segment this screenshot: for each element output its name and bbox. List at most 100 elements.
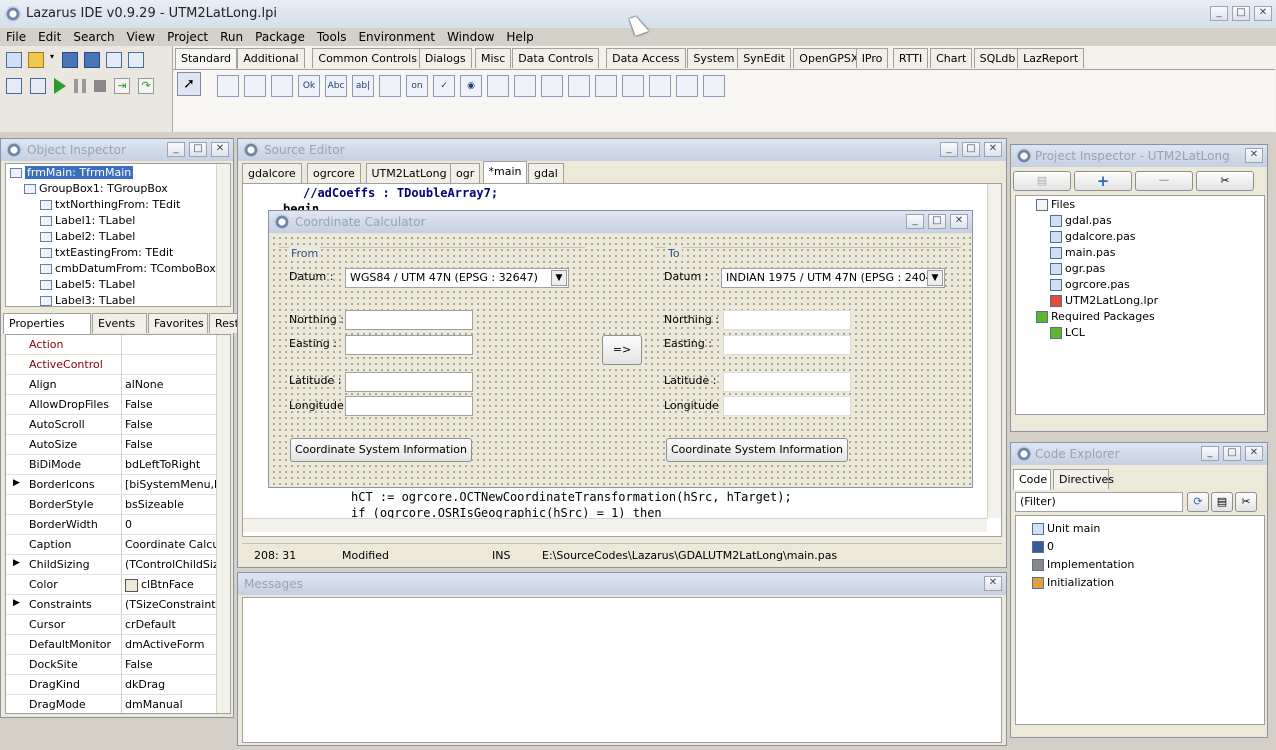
property-value[interactable]: False [125, 398, 217, 411]
property-value[interactable]: False [125, 658, 217, 671]
tree-node[interactable]: UTM2LatLong.lpr [1050, 294, 1158, 307]
property-row[interactable]: Action [6, 335, 218, 355]
property-row[interactable]: DragMode dmManual [6, 695, 218, 713]
property-row[interactable]: BorderWidth 0 [6, 515, 218, 535]
longitude-to-input[interactable] [723, 396, 851, 416]
maximize-button[interactable]: □ [189, 142, 207, 157]
palette-tab-synedit[interactable]: SynEdit [737, 48, 791, 68]
panel-icon[interactable] [649, 75, 671, 97]
open-file-button[interactable]: ▤ [1013, 171, 1071, 191]
latitude-to-input[interactable] [723, 372, 851, 392]
menu-project[interactable]: Project [161, 28, 214, 46]
northing-from-input[interactable] [345, 310, 473, 330]
palette-tab-sqldb[interactable]: SQLdb [973, 48, 1022, 68]
run-icon[interactable] [54, 78, 66, 94]
new-form-icon[interactable] [30, 78, 46, 94]
tree-node[interactable]: txtEastingFrom: TEdit [40, 246, 173, 259]
property-row[interactable]: Color clBtnFace [6, 575, 218, 595]
button-icon[interactable]: Ok [298, 75, 320, 97]
options-button[interactable]: ✂ [1196, 171, 1254, 191]
tree-node[interactable]: Initialization [1032, 576, 1114, 589]
tree-node[interactable]: Implementation [1032, 558, 1134, 571]
tree-node[interactable]: gdal.pas [1050, 214, 1112, 227]
property-value[interactable]: [biSystemMenu,biM [125, 478, 217, 491]
editor-tab[interactable]: UTM2LatLong [365, 163, 453, 183]
toggle-box-icon[interactable]: on [406, 75, 428, 97]
property-value[interactable]: False [125, 418, 217, 431]
property-row[interactable]: AllowDropFiles False [6, 395, 218, 415]
save-icon[interactable] [62, 52, 78, 68]
checkbox-icon[interactable]: ✓ [433, 75, 455, 97]
editor-tab[interactable]: *main [482, 161, 528, 183]
property-value[interactable]: alNone [125, 378, 217, 391]
property-value[interactable]: bsSizeable [125, 498, 217, 511]
selection-pointer-icon[interactable]: ➚ [177, 72, 201, 96]
palette-tab-dialogs[interactable]: Dialogs [418, 48, 472, 68]
minimize-button[interactable]: _ [940, 142, 958, 157]
frame-icon[interactable] [217, 75, 239, 97]
maximize-button[interactable]: □ [928, 214, 946, 229]
property-row[interactable]: ▶ Constraints (TSizeConstraints) [6, 595, 218, 615]
open-dropdown-icon[interactable]: ▾ [50, 52, 56, 68]
property-value[interactable]: clBtnFace [125, 578, 217, 592]
palette-tab-chart[interactable]: Chart [930, 48, 973, 68]
menu-package[interactable]: Package [249, 28, 311, 46]
add-file-button[interactable]: + [1074, 171, 1132, 191]
tree-node[interactable]: gdalcore.pas [1050, 230, 1136, 243]
close-button[interactable]: ✕ [984, 142, 1002, 157]
oi-tab-favorites[interactable]: Favorites [148, 313, 208, 333]
datum-from-combo[interactable]: WGS84 / UTM 47N (EPSG : 32647) ▼ [345, 268, 569, 288]
easting-to-input[interactable] [723, 335, 851, 355]
stop-icon[interactable] [94, 80, 106, 92]
palette-tab-data-controls[interactable]: Data Controls [512, 48, 600, 68]
property-row[interactable]: AutoSize False [6, 435, 218, 455]
expand-icon[interactable]: ▶ [13, 598, 20, 608]
tree-node[interactable]: frmMain: TfrmMain [10, 166, 134, 179]
northing-to-input[interactable] [723, 310, 851, 330]
filter-input[interactable]: (Filter) [1015, 492, 1183, 512]
maximize-button[interactable]: □ [1232, 6, 1250, 21]
minimize-button[interactable]: _ [167, 142, 185, 157]
main-menu-icon[interactable] [244, 75, 266, 97]
property-row[interactable]: DockSite False [6, 655, 218, 675]
coordinate-info-from-button[interactable]: Coordinate System Information [290, 438, 472, 462]
tree-node[interactable]: Required Packages [1036, 310, 1155, 323]
radio-button-icon[interactable]: ◉ [460, 75, 482, 97]
tree-node[interactable]: Unit main [1032, 522, 1100, 535]
property-value[interactable]: 0 [125, 518, 217, 531]
scrollbar-icon[interactable] [541, 75, 563, 97]
checkgroup-icon[interactable] [622, 75, 644, 97]
close-button[interactable]: ✕ [950, 214, 968, 229]
palette-tab-opengpsx[interactable]: OpenGPSX [793, 48, 865, 68]
save-all-icon[interactable] [84, 52, 100, 68]
edit-icon[interactable]: ab| [352, 75, 374, 97]
property-row[interactable]: ▶ BorderIcons [biSystemMenu,biM [6, 475, 218, 495]
chevron-down-icon[interactable]: ▼ [927, 270, 943, 286]
property-row[interactable]: Caption Coordinate Calcula [6, 535, 218, 555]
editor-tab[interactable]: ogr [450, 163, 481, 183]
tree-node[interactable]: GroupBox1: TGroupBox [24, 182, 168, 195]
tree-node[interactable]: Files [1036, 198, 1075, 211]
toggle-form-icon[interactable] [106, 52, 122, 68]
tree-node[interactable]: LCL [1050, 326, 1085, 339]
minimize-button[interactable]: _ [1210, 6, 1228, 21]
label-icon[interactable]: Abc [325, 75, 347, 97]
property-value[interactable]: dmActiveForm [125, 638, 217, 651]
property-row[interactable]: ActiveControl [6, 355, 218, 375]
tree-node[interactable]: cmbDatumFrom: TComboBox [40, 262, 216, 275]
tree-node[interactable]: Label1: TLabel [40, 214, 135, 227]
menu-environment[interactable]: Environment [352, 28, 441, 46]
property-value[interactable]: Coordinate Calcula [125, 538, 217, 551]
close-button[interactable]: ✕ [1245, 446, 1263, 461]
editor-tab[interactable]: ogrcore [307, 163, 361, 183]
property-value[interactable]: crDefault [125, 618, 217, 631]
close-button[interactable]: ✕ [211, 142, 229, 157]
remove-file-button[interactable]: − [1135, 171, 1193, 191]
coordinate-info-to-button[interactable]: Coordinate System Information [666, 438, 848, 462]
palette-tab-additional[interactable]: Additional [237, 48, 305, 68]
property-value[interactable]: dkDrag [125, 678, 217, 691]
palette-tab-misc[interactable]: Misc [475, 48, 512, 68]
property-row[interactable]: BorderStyle bsSizeable [6, 495, 218, 515]
palette-tab-rtti[interactable]: RTTI [892, 48, 929, 68]
chevron-down-icon[interactable]: ▼ [551, 270, 567, 286]
